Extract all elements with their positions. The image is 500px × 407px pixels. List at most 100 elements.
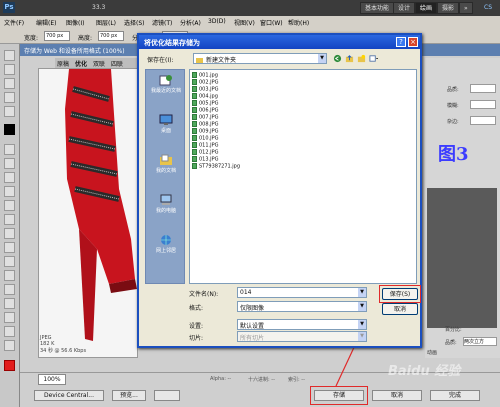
list-item[interactable]: 012.JPG xyxy=(192,149,219,156)
menu-analysis[interactable]: 分析(A) xyxy=(180,18,201,27)
zoom-level[interactable]: 33.3 xyxy=(92,4,105,11)
preview-button[interactable]: 预览... xyxy=(112,390,146,401)
matte-field[interactable] xyxy=(470,116,496,125)
settings-value: 默认设置 xyxy=(240,323,265,330)
list-item[interactable]: 009.JPG xyxy=(192,128,219,135)
list-item[interactable]: 007.JPG xyxy=(192,114,219,121)
menu-help[interactable]: 帮助(H) xyxy=(288,18,309,27)
quality-label: 品质: xyxy=(447,87,459,93)
format-select[interactable]: 仅限图像 ▼ xyxy=(237,301,367,312)
browser-select[interactable] xyxy=(154,390,180,401)
sfw-cancel-button[interactable]: 取消 xyxy=(372,390,422,401)
menu-layer[interactable]: 图层(L) xyxy=(96,18,116,27)
healing-brush-tool-icon[interactable] xyxy=(4,158,15,169)
menu-window[interactable]: 窗口(W) xyxy=(260,18,283,27)
file-list[interactable]: 001.jpg 002.JPG 003.JPG 004.jpg 005.JPG … xyxy=(189,69,417,284)
menu-image[interactable]: 图像(I) xyxy=(66,18,84,27)
crop-tool-icon[interactable] xyxy=(4,106,15,117)
save-button-highlight xyxy=(310,386,368,405)
place-network[interactable]: 网上邻居 xyxy=(148,234,184,254)
place-desktop[interactable]: 桌面 xyxy=(148,114,184,134)
pen-tool-icon[interactable] xyxy=(4,270,15,281)
tools-panel xyxy=(0,44,20,407)
workspace-photography[interactable]: 摄影 xyxy=(437,2,460,14)
workspace-painting[interactable]: 绘画 xyxy=(415,2,438,14)
blur-tool-icon[interactable] xyxy=(4,242,15,253)
hand-tool-icon[interactable] xyxy=(4,326,15,337)
eyedropper-tool-icon[interactable] xyxy=(4,144,15,155)
dodge-tool-icon[interactable] xyxy=(4,256,15,267)
history-brush-tool-icon[interactable] xyxy=(4,200,15,211)
list-item[interactable]: 002.JPG xyxy=(192,79,219,86)
matte-label: 杂边: xyxy=(447,119,459,125)
device-central-button[interactable]: Device Central... xyxy=(34,390,104,401)
place-my-documents[interactable]: 我的文档 xyxy=(148,154,184,174)
place-recent[interactable]: 我最近的文档 xyxy=(148,74,184,94)
magic-wand-tool-icon[interactable] xyxy=(4,92,15,103)
tab-2up[interactable]: 双联 xyxy=(93,59,105,68)
workspace-essentials[interactable]: 基本功能 xyxy=(360,2,395,14)
menu-filter[interactable]: 滤镜(T) xyxy=(152,18,172,27)
new-folder-icon[interactable] xyxy=(357,54,366,63)
lasso-tool-icon[interactable] xyxy=(4,78,15,89)
gradient-tool-icon[interactable] xyxy=(4,228,15,239)
menu-file[interactable]: 文件(F) xyxy=(4,18,24,27)
list-item[interactable]: 004.jpg xyxy=(192,93,218,100)
filename-value: 014 xyxy=(240,289,252,296)
sfw-done-button[interactable]: 完成 xyxy=(430,390,480,401)
jpg-file-icon xyxy=(192,128,197,134)
foreground-color-swatch[interactable] xyxy=(4,124,15,135)
help-button[interactable]: ? xyxy=(396,37,406,47)
menu-edit[interactable]: 编辑(E) xyxy=(36,18,56,27)
list-item[interactable]: 011.JPG xyxy=(192,142,219,149)
chevron-down-icon: ▼ xyxy=(358,288,366,297)
tab-optimized[interactable]: 优化 xyxy=(75,59,87,68)
quality-field[interactable] xyxy=(470,84,496,93)
list-item[interactable]: ST79387271.jpg xyxy=(192,163,240,170)
move-tool-icon[interactable] xyxy=(4,50,15,61)
zoom-tool-icon[interactable] xyxy=(4,340,15,351)
cs-live-label[interactable]: CS xyxy=(484,4,492,11)
view-menu-icon[interactable] xyxy=(369,54,378,63)
brush-tool-icon[interactable] xyxy=(4,172,15,183)
blur-field[interactable] xyxy=(470,100,496,109)
filename-input[interactable]: 014 ▼ xyxy=(237,287,367,298)
app-title-bar: Ps 33.3 基本功能 设计 绘画 摄影 » CS xyxy=(0,0,500,16)
type-tool-icon[interactable] xyxy=(4,284,15,295)
height-field[interactable]: 700 px xyxy=(98,31,124,41)
zoom-select[interactable]: 100% xyxy=(38,374,66,385)
path-selection-tool-icon[interactable] xyxy=(4,298,15,309)
place-my-computer-label: 我的电脑 xyxy=(155,208,176,214)
workspace-design[interactable]: 设计 xyxy=(393,2,416,14)
list-item[interactable]: 008.JPG xyxy=(192,121,219,128)
background-color-swatch[interactable] xyxy=(4,360,15,371)
shape-tool-icon[interactable] xyxy=(4,312,15,323)
list-item[interactable]: 003.JPG xyxy=(192,86,219,93)
settings-select[interactable]: 默认设置 ▼ xyxy=(237,319,367,330)
close-button[interactable]: × xyxy=(408,37,418,47)
up-folder-icon[interactable] xyxy=(345,54,354,63)
width-field[interactable]: 700 px xyxy=(44,31,70,41)
clone-stamp-tool-icon[interactable] xyxy=(4,186,15,197)
menu-select[interactable]: 选择(S) xyxy=(124,18,145,27)
tab-original[interactable]: 原稿 xyxy=(57,59,69,68)
place-my-computer[interactable]: 我的电脑 xyxy=(148,194,184,214)
dialog-cancel-button[interactable]: 取消 xyxy=(382,303,418,315)
preview-canvas[interactable] xyxy=(38,68,138,358)
tab-4up[interactable]: 四联 xyxy=(111,59,123,68)
marquee-tool-icon[interactable] xyxy=(4,64,15,75)
list-item[interactable]: 013.JPG xyxy=(192,156,219,163)
back-icon[interactable] xyxy=(333,54,342,63)
red-high-heel-image xyxy=(65,69,137,341)
eraser-tool-icon[interactable] xyxy=(4,214,15,225)
menu-view[interactable]: 视图(V) xyxy=(234,18,255,27)
menu-3d[interactable]: 3D(D) xyxy=(208,18,226,25)
place-recent-label: 我最近的文档 xyxy=(150,88,181,94)
list-item[interactable]: 001.jpg xyxy=(192,72,218,79)
list-item[interactable]: 010.JPG xyxy=(192,135,219,142)
list-item[interactable]: 006.JPG xyxy=(192,107,219,114)
workspace-more-button[interactable]: » xyxy=(459,2,473,14)
list-item[interactable]: 005.JPG xyxy=(192,100,219,107)
save-in-select[interactable]: 新建文件夹 ▼ xyxy=(193,53,327,64)
resample-select[interactable]: 两次立方 xyxy=(463,337,497,346)
